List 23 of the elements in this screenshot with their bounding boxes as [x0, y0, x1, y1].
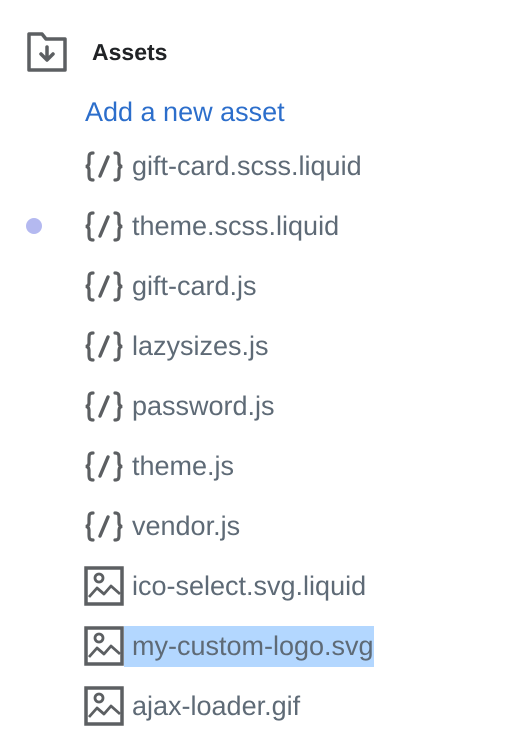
folder-download-icon	[27, 32, 67, 72]
file-item[interactable]: ico-select.svg.liquid	[132, 566, 366, 606]
file-item[interactable]: gift-card.js	[132, 266, 257, 306]
section-title: Assets	[92, 38, 168, 66]
code-icon	[84, 330, 124, 362]
file-item[interactable]: password.js	[132, 386, 275, 426]
file-item[interactable]: ajax-loader.gif	[132, 686, 300, 726]
image-icon	[84, 566, 124, 606]
file-item[interactable]: lazysizes.js	[132, 326, 269, 366]
file-item[interactable]: my-custom-logo.svg	[124, 626, 374, 666]
code-icon	[84, 210, 124, 242]
image-icon	[84, 686, 124, 726]
code-icon	[84, 270, 124, 302]
code-icon	[84, 450, 124, 482]
file-item[interactable]: gift-card.scss.liquid	[132, 146, 362, 186]
add-asset-link[interactable]: Add a new asset	[85, 96, 285, 128]
image-icon	[84, 626, 124, 666]
code-icon	[84, 150, 124, 182]
code-icon	[84, 510, 124, 542]
file-item[interactable]: vendor.js	[132, 506, 240, 546]
file-item[interactable]: theme.js	[132, 446, 234, 486]
file-item[interactable]: theme.scss.liquid	[132, 206, 340, 246]
code-icon	[84, 390, 124, 422]
